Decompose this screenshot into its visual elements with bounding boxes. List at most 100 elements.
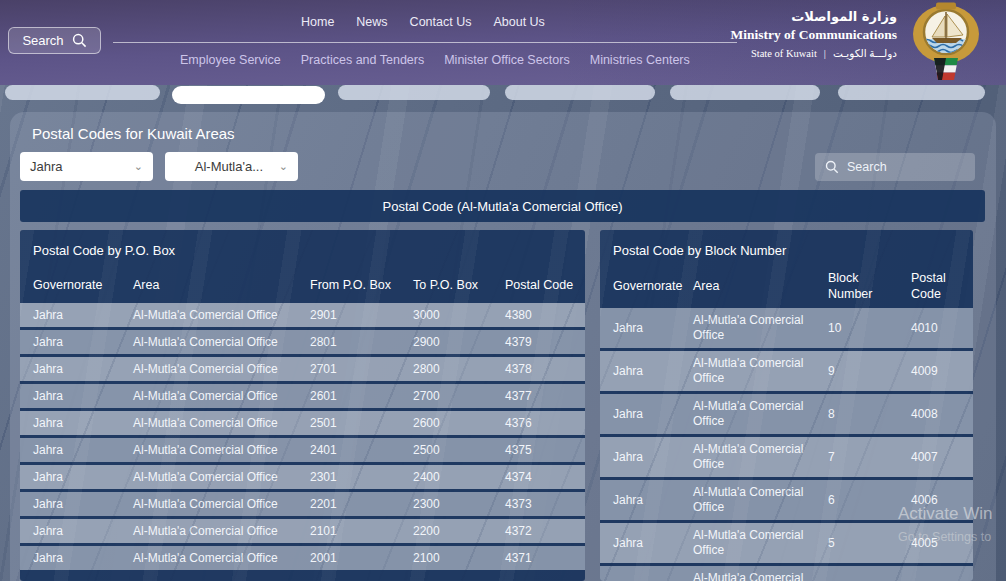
table-cell: 2901 bbox=[310, 308, 413, 322]
column-header: Area bbox=[133, 278, 310, 292]
table-cell: 4374 bbox=[505, 470, 580, 484]
table-cell: Al-Mutla'a Comercial Office bbox=[693, 571, 828, 581]
table-cell: 2401 bbox=[310, 443, 413, 457]
table-cell: 2100 bbox=[413, 551, 505, 565]
table-cell: 2800 bbox=[413, 362, 505, 376]
nav-news[interactable]: News bbox=[356, 15, 387, 29]
table-cell: 4372 bbox=[505, 524, 580, 538]
tab[interactable] bbox=[838, 85, 985, 100]
column-header: Area bbox=[693, 278, 828, 294]
tab[interactable] bbox=[172, 86, 325, 104]
tab[interactable] bbox=[670, 85, 820, 100]
state-of-kuwait-ar: دولـــة الكويـت bbox=[833, 47, 897, 59]
nav-practices-tenders[interactable]: Practices and Tenders bbox=[301, 53, 424, 67]
governorate-select-value: Jahra bbox=[20, 159, 134, 174]
table-cell: Jahra bbox=[613, 493, 693, 507]
table-cell: 2400 bbox=[413, 470, 505, 484]
table-cell: Jahra bbox=[33, 335, 133, 349]
table-cell: Al-Mutla'a Comercial Office bbox=[133, 497, 310, 511]
governorate-select[interactable]: Jahra ⌄ bbox=[20, 152, 153, 181]
table-cell: Al-Mutla'a Comercial Office bbox=[693, 313, 828, 343]
search-button-label: Search bbox=[22, 33, 63, 48]
column-header: Governorate bbox=[613, 278, 693, 294]
nav-employee-service[interactable]: Employee Service bbox=[180, 53, 281, 67]
header-divider bbox=[113, 42, 737, 43]
table-row: JahraAl-Mutla'a Comercial Office26012700… bbox=[20, 384, 585, 408]
primary-nav: Home News Contact Us About Us bbox=[301, 15, 545, 29]
table-cell: Jahra bbox=[33, 416, 133, 430]
table-cell: 2500 bbox=[413, 443, 505, 457]
table-cell: Jahra bbox=[613, 536, 693, 550]
table-row: JahraAl-Mutla'a Comercial Office27012800… bbox=[20, 357, 585, 381]
kuwait-emblem-logo bbox=[906, 2, 986, 82]
table-cell: Al-Mutla'a Comercial Office bbox=[133, 362, 310, 376]
tab[interactable] bbox=[338, 85, 490, 100]
table-cell: Jahra bbox=[33, 308, 133, 322]
chevron-down-icon: ⌄ bbox=[134, 160, 153, 173]
table-row: JahraAl-Mutla'a Comercial Office24012500… bbox=[20, 438, 585, 462]
postal-codes-panel: Postal Codes for Kuwait Areas Jahra ⌄ Al… bbox=[10, 112, 996, 581]
column-header: From P.O. Box bbox=[310, 278, 413, 292]
pobox-table-card: Postal Code by P.O. Box Governorate Area… bbox=[20, 230, 585, 581]
table-cell: 2201 bbox=[310, 497, 413, 511]
table-cell: 4379 bbox=[505, 335, 580, 349]
table-cell: 4010 bbox=[911, 321, 960, 335]
panel-heading: Postal Codes for Kuwait Areas bbox=[32, 125, 235, 142]
table-cell: 2001 bbox=[310, 551, 413, 565]
state-divider: | bbox=[824, 48, 826, 59]
pobox-table-header: Governorate Area From P.O. Box To P.O. B… bbox=[20, 278, 585, 292]
table-cell: 2701 bbox=[310, 362, 413, 376]
search-icon bbox=[825, 160, 839, 174]
table-cell: 2200 bbox=[413, 524, 505, 538]
table-cell: Al-Mutla'a Comercial Office bbox=[133, 389, 310, 403]
table-cell: Jahra bbox=[33, 470, 133, 484]
header-search-button[interactable]: Search bbox=[8, 27, 101, 54]
table-row: JahraAl-Mutla'a Comercial Office29013000… bbox=[20, 303, 585, 327]
table-cell: Al-Mutla'a Comercial Office bbox=[693, 399, 828, 429]
column-header: Postal Code bbox=[911, 270, 960, 303]
area-select[interactable]: Al-Mutla'a... ⌄ bbox=[165, 152, 298, 181]
table-row: Al-Mutla'a Comercial Office bbox=[600, 566, 973, 581]
table-cell: Al-Mutla'a Comercial Office bbox=[133, 416, 310, 430]
tab[interactable] bbox=[5, 85, 160, 100]
table-cell: 4008 bbox=[911, 407, 960, 421]
nav-minister-office-sectors[interactable]: Minister Office Sectors bbox=[444, 53, 570, 67]
windows-activation-watermark: Activate Win Go to Settings to bbox=[898, 504, 992, 544]
table-cell: Jahra bbox=[33, 389, 133, 403]
table-cell: Jahra bbox=[33, 497, 133, 511]
table-cell: Jahra bbox=[613, 407, 693, 421]
table-row: JahraAl-Mutla'a Comercial Office84008 bbox=[600, 394, 973, 434]
table-cell: 4378 bbox=[505, 362, 580, 376]
nav-about-us[interactable]: About Us bbox=[493, 15, 544, 29]
table-row: JahraAl-Mutla'a Comercial Office28012900… bbox=[20, 330, 585, 354]
nav-home[interactable]: Home bbox=[301, 15, 334, 29]
table-cell: Al-Mutla'a Comercial Office bbox=[693, 485, 828, 515]
chevron-down-icon: ⌄ bbox=[279, 160, 298, 173]
nav-ministries-centers[interactable]: Ministries Centers bbox=[590, 53, 690, 67]
table-cell: Jahra bbox=[33, 443, 133, 457]
table-cell: Jahra bbox=[613, 364, 693, 378]
table-row: JahraAl-Mutla'a Comercial Office104010 bbox=[600, 308, 973, 348]
column-header: Postal Code bbox=[505, 278, 580, 292]
ministry-title-english: Ministry of Communications bbox=[731, 27, 898, 43]
table-cell: Al-Mutla'a Comercial Office bbox=[133, 335, 310, 349]
column-header: Block Number bbox=[828, 270, 911, 303]
table-cell: Al-Mutla'a Comercial Office bbox=[693, 356, 828, 386]
table-cell: 2501 bbox=[310, 416, 413, 430]
table-cell: Al-Mutla'a Comercial Office bbox=[693, 442, 828, 472]
table-cell: 8 bbox=[828, 407, 911, 421]
nav-contact-us[interactable]: Contact Us bbox=[410, 15, 472, 29]
table-search-input[interactable]: Search bbox=[815, 153, 975, 181]
ministry-title-arabic: وزارة المواصلات bbox=[731, 9, 898, 24]
table-cell: 4380 bbox=[505, 308, 580, 322]
tab[interactable] bbox=[505, 85, 655, 100]
table-cell: Jahra bbox=[613, 321, 693, 335]
table-row: JahraAl-Mutla'a Comercial Office25012600… bbox=[20, 411, 585, 435]
search-placeholder: Search bbox=[847, 160, 887, 174]
table-cell: 2900 bbox=[413, 335, 505, 349]
block-table-header: Governorate Area Block Number Postal Cod… bbox=[600, 270, 973, 303]
table-cell: 4375 bbox=[505, 443, 580, 457]
table-cell: 2300 bbox=[413, 497, 505, 511]
table-cell: Al-Mutla'a Comercial Office bbox=[693, 528, 828, 558]
table-cell: 2801 bbox=[310, 335, 413, 349]
